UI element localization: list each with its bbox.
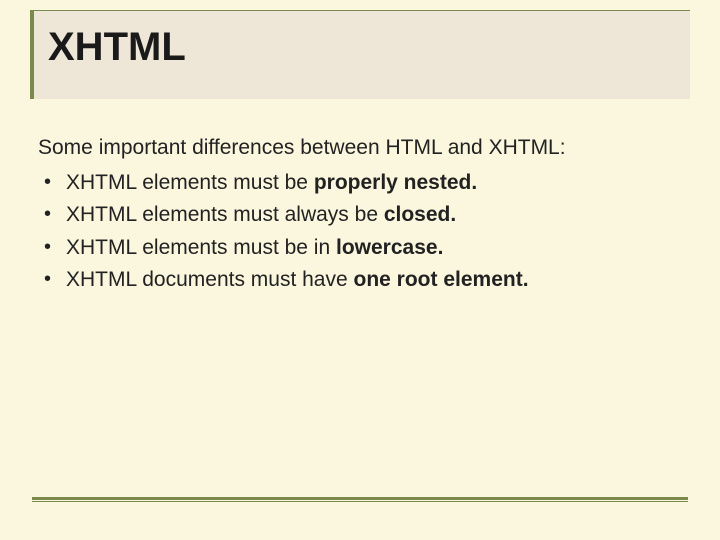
bullet-text: XHTML documents must have [66, 268, 354, 291]
title-box: XHTML [30, 10, 690, 99]
bullet-list: XHTML elements must be properly nested. … [38, 167, 682, 297]
bullet-bold: closed. [384, 203, 456, 226]
list-item: XHTML documents must have one root eleme… [38, 264, 682, 297]
list-item: XHTML elements must always be closed. [38, 199, 682, 232]
bullet-text: XHTML elements must always be [66, 203, 384, 226]
slide: XHTML Some important differences between… [0, 0, 720, 540]
bullet-text: XHTML elements must be in [66, 236, 336, 259]
title-container: XHTML [30, 10, 690, 99]
list-item: XHTML elements must be properly nested. [38, 167, 682, 200]
body-content: Some important differences between HTML … [38, 132, 682, 297]
bullet-text: XHTML elements must be [66, 171, 314, 194]
bullet-bold: one root element. [354, 268, 529, 291]
bullet-bold: properly nested. [314, 171, 477, 194]
bullet-bold: lowercase. [336, 236, 443, 259]
footer-rule [32, 497, 688, 500]
intro-text: Some important differences between HTML … [38, 132, 682, 165]
list-item: XHTML elements must be in lowercase. [38, 232, 682, 265]
slide-title: XHTML [48, 25, 674, 69]
